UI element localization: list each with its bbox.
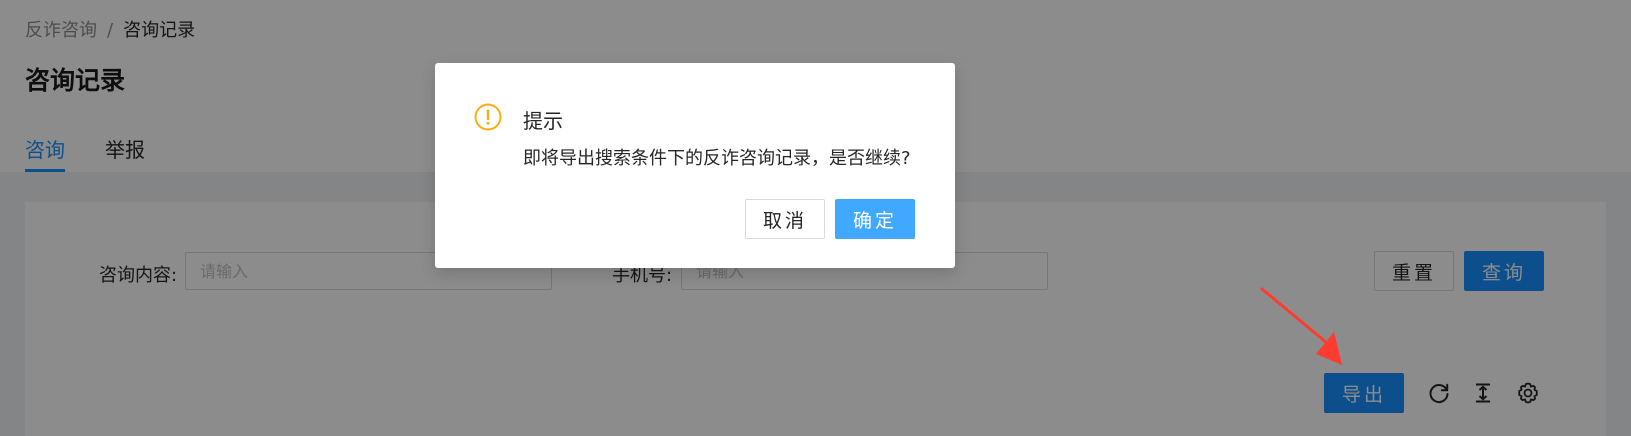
- confirm-modal: 提示 即将导出搜索条件下的反诈咨询记录，是否继续? 取消 确定: [435, 63, 955, 268]
- cancel-button[interactable]: 取消: [745, 199, 825, 239]
- ok-button[interactable]: 确定: [835, 199, 915, 239]
- modal-title: 提示: [523, 109, 563, 133]
- modal-content: 即将导出搜索条件下的反诈咨询记录，是否继续?: [523, 148, 911, 169]
- exclamation-circle-icon: [474, 103, 502, 131]
